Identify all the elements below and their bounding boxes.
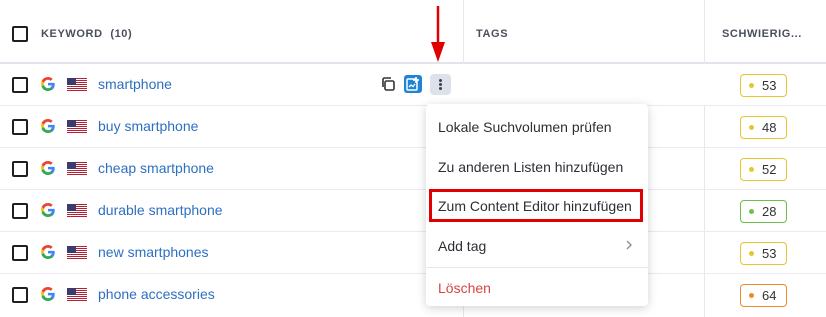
difficulty-badge: 64 xyxy=(740,284,787,307)
difficulty-badge: 28 xyxy=(740,200,787,223)
difficulty-dot xyxy=(749,167,754,172)
us-flag-icon xyxy=(67,162,87,175)
difficulty-dot xyxy=(749,83,754,88)
table-header: KEYWORD (10) TAGS SCHWIERIG... xyxy=(0,0,826,64)
difficulty-dot xyxy=(749,209,754,214)
difficulty-dot xyxy=(749,293,754,298)
difficulty-value: 53 xyxy=(762,246,777,261)
select-all-checkbox[interactable] xyxy=(12,26,28,42)
difficulty-value: 52 xyxy=(762,162,777,177)
us-flag-icon xyxy=(67,288,87,301)
difficulty-value: 64 xyxy=(762,288,777,303)
difficulty-badge: 53 xyxy=(740,242,787,265)
menu-item-add-to-content-editor[interactable]: Zum Content Editor hinzufügen xyxy=(438,198,632,214)
row-checkbox[interactable] xyxy=(12,77,28,93)
more-actions-button[interactable] xyxy=(430,74,451,95)
keyword-link[interactable]: durable smartphone xyxy=(98,202,223,218)
difficulty-value: 53 xyxy=(762,78,777,93)
google-icon xyxy=(41,119,55,133)
us-flag-icon xyxy=(67,246,87,259)
keyword-link[interactable]: phone accessories xyxy=(98,286,215,302)
difficulty-value: 28 xyxy=(762,204,777,219)
table-row[interactable]: new smartphones 53 xyxy=(0,232,826,274)
row-checkbox[interactable] xyxy=(12,119,28,135)
chevron-right-icon xyxy=(626,240,632,250)
difficulty-badge: 48 xyxy=(740,116,787,139)
kebab-dot xyxy=(439,79,442,82)
difficulty-column-header[interactable]: SCHWIERIG... xyxy=(722,28,802,40)
difficulty-badge: 53 xyxy=(740,74,787,97)
keyword-count: (10) xyxy=(110,28,133,40)
kebab-dot xyxy=(439,87,442,90)
keyword-link[interactable]: smartphone xyxy=(98,76,172,92)
us-flag-icon xyxy=(67,120,87,133)
row-checkbox[interactable] xyxy=(12,203,28,219)
row-checkbox[interactable] xyxy=(12,245,28,261)
difficulty-dot xyxy=(749,125,754,130)
google-icon xyxy=(41,161,55,175)
menu-item-add-tag[interactable]: Add tag xyxy=(438,238,486,254)
copy-icon[interactable] xyxy=(380,76,396,92)
google-icon xyxy=(41,245,55,259)
google-icon xyxy=(41,77,55,91)
google-icon xyxy=(41,203,55,217)
menu-item-check-local-volume[interactable]: Lokale Suchvolumen prüfen xyxy=(438,119,612,135)
add-to-content-icon[interactable] xyxy=(404,75,422,93)
table-row[interactable]: buy smartphone 48 xyxy=(0,106,826,148)
row-checkbox[interactable] xyxy=(12,161,28,177)
keyword-column-header[interactable]: KEYWORD (10) xyxy=(41,28,132,40)
difficulty-dot xyxy=(749,251,754,256)
keyword-header-label: KEYWORD xyxy=(41,28,103,40)
keyword-link[interactable]: new smartphones xyxy=(98,244,209,260)
kebab-dot xyxy=(439,83,442,86)
menu-item-add-to-lists[interactable]: Zu anderen Listen hinzufügen xyxy=(438,159,623,175)
difficulty-badge: 52 xyxy=(740,158,787,181)
menu-divider xyxy=(426,267,648,268)
difficulty-value: 48 xyxy=(762,120,777,135)
table-row[interactable]: phone accessories 64 xyxy=(0,274,826,316)
annotation-arrow-icon xyxy=(431,6,445,62)
table-row[interactable]: durable smartphone 28 xyxy=(0,190,826,232)
menu-item-delete[interactable]: Löschen xyxy=(438,280,491,296)
row-checkbox[interactable] xyxy=(12,287,28,303)
google-icon xyxy=(41,287,55,301)
table-row[interactable]: smartphone 53 xyxy=(0,64,826,106)
context-menu: Lokale Suchvolumen prüfen Zu anderen Lis… xyxy=(426,104,648,306)
us-flag-icon xyxy=(67,78,87,91)
table-row[interactable]: cheap smartphone 52 xyxy=(0,148,826,190)
keyword-link[interactable]: buy smartphone xyxy=(98,118,198,134)
keyword-link[interactable]: cheap smartphone xyxy=(98,160,214,176)
tags-column-header[interactable]: TAGS xyxy=(476,28,508,40)
us-flag-icon xyxy=(67,204,87,217)
